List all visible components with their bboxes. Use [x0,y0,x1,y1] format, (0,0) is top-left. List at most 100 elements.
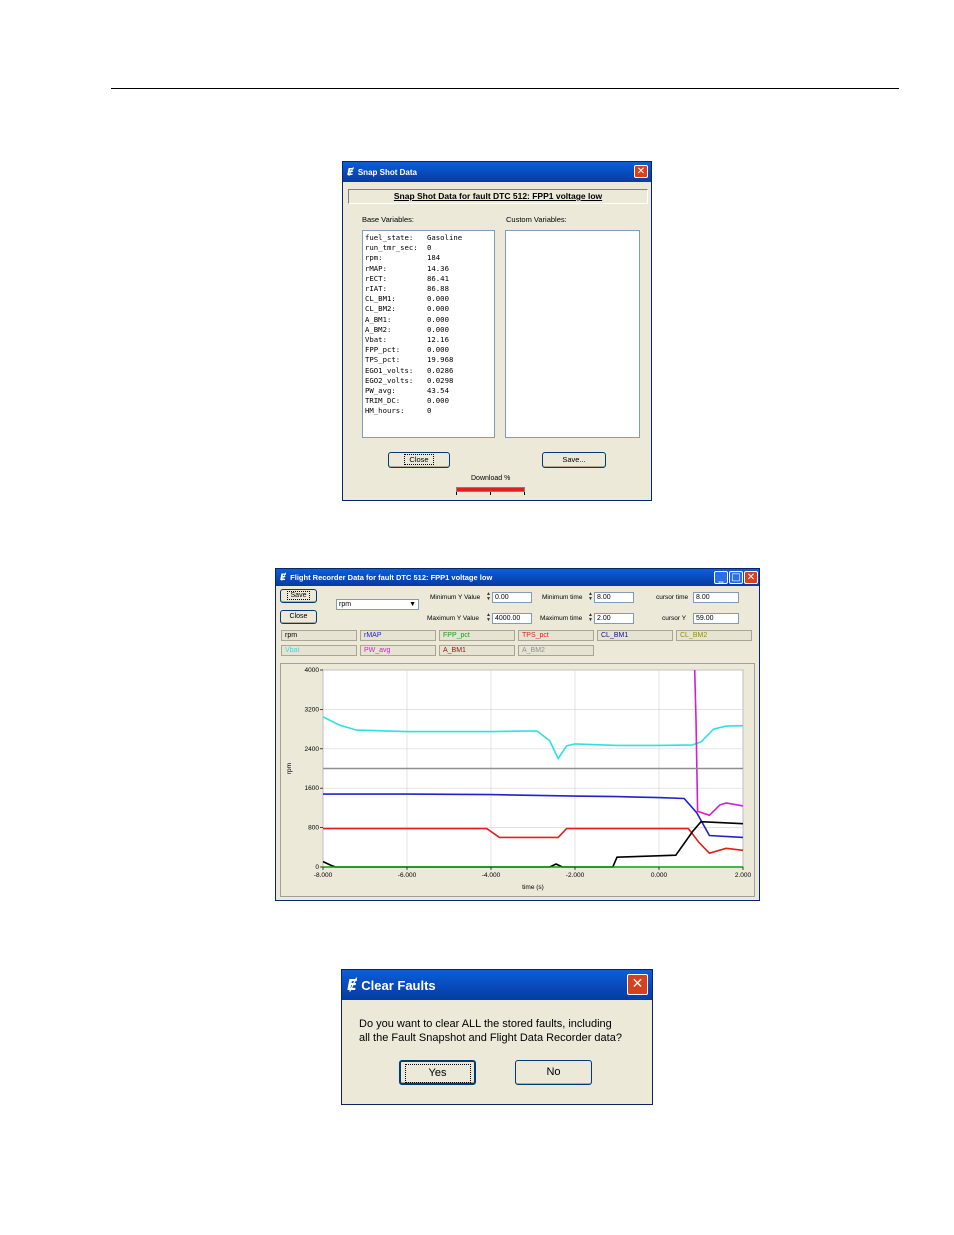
legend-item[interactable]: CL_BM1 [597,630,673,641]
custom-variables-list[interactable] [505,230,640,438]
min-y-label: Minimum Y Value [430,594,481,601]
snapshot-header-text: Snap Shot Data for fault DTC 512: FPP1 v… [393,191,603,201]
base-variables-list[interactable]: fuel_state: Gasoline run_tmr_sec: 0 rpm: 184 r… [362,230,495,438]
max-time-spinner[interactable]: ▲ ▼ [588,613,593,623]
variable-name: rMAP: [365,263,387,273]
clear-titlebar[interactable]: Ɇ Clear Faults ✕ [342,970,652,1000]
snapshot-window: Ɇ Snap Shot Data ✕ Snap Shot Data for fa… [342,161,652,501]
variable-value: 0 [427,243,432,253]
cursor-time-input[interactable]: 8.00 [693,592,739,603]
download-label: Download % [471,475,511,482]
legend-item[interactable]: PW_avg [360,645,436,656]
app-logo-icon: Ɇ [280,572,287,583]
window-title: Snap Shot Data [357,167,417,177]
flight-titlebar[interactable]: Ɇ Flight Recorder Data for fault DTC 512… [276,569,759,586]
snapshot-titlebar[interactable]: Ɇ Snap Shot Data ✕ [343,162,651,182]
base-variables-label: Base Variables: [362,215,414,224]
chevron-down-icon: ▼ [409,601,416,608]
close-icon[interactable]: ✕ [634,165,648,178]
variable-row: EGO1_volts: 0.0286 [365,366,494,376]
max-y-value: 4000.00 [495,615,521,622]
legend-item[interactable]: rMAP [360,630,436,641]
y-axis-label: rpm [286,763,293,774]
variable-row: HM_hours: 0 [365,406,494,416]
variable-value: 0.000 [427,294,449,304]
min-time-spinner[interactable]: ▲ ▼ [588,592,593,602]
clear-message-line1: Do you want to clear ALL the stored faul… [359,1018,612,1030]
variable-name: FPP_pct: [365,345,401,355]
legend-item[interactable]: rpm [281,630,357,641]
variable-name: rIAT: [365,284,387,294]
variable-name: fuel_state: [365,233,414,242]
legend-item[interactable]: A_BM1 [439,645,515,656]
variable-row: A_BM2: 0.000 [365,325,494,335]
variable-row: CL_BM2: 0.000 [365,304,494,314]
max-time-value: 2.00 [597,615,611,622]
flight-recorder-window: Ɇ Flight Recorder Data for fault DTC 512… [275,568,760,901]
close-icon[interactable]: ✕ [627,974,648,995]
minimize-icon[interactable]: _ [714,571,728,584]
variable-name: Vbat: [365,335,387,345]
maximize-icon[interactable]: □ [729,571,743,584]
x-tick-label: -6.000 [398,872,417,879]
close-button[interactable]: Close [388,452,450,468]
y-tick-label: 0 [315,864,319,871]
max-time-label: Maximum time [540,615,583,622]
max-time-input[interactable]: 2.00 [594,613,634,624]
variable-select[interactable]: rpm ▼ [336,599,419,610]
variable-value: 0.000 [427,314,449,324]
yes-button-label: Yes [404,1064,471,1083]
min-time-label: Minimum time [542,594,583,601]
save-button[interactable]: Save [280,589,317,603]
close-icon[interactable]: ✕ [744,571,758,584]
variable-name: EGO1_volts: [365,365,414,375]
close-button-label: Close [404,454,434,465]
chart-area: -8.000 -6.000 -4.000 -2.000 0.000 2.000 0 800 16… [280,663,755,897]
x-tick-label: 2.000 [735,872,752,879]
legend-item[interactable]: A_BM2 [518,645,594,656]
legend-item[interactable]: FPP_pct [439,630,515,641]
variable-value: 43.54 [427,386,449,396]
legend-item[interactable]: TPS_pct [518,630,594,641]
x-tick-label: -4.000 [482,872,501,879]
series-legend: rpm rMAP FPP_pct TPS_pct CL_BM1 CL_BM2 Vbat PW_… [281,630,756,660]
legend-item[interactable]: CL_BM2 [676,630,752,641]
legend-item[interactable]: Vbat [281,645,357,656]
max-y-spinner[interactable]: ▲ ▼ [486,613,491,623]
cursor-y-label: cursor Y [662,615,687,622]
variable-name: PW_avg: [365,386,396,396]
close-button[interactable]: Close [280,610,317,624]
min-y-value: 0.00 [495,594,509,601]
variable-name: rpm: [365,253,383,263]
variable-value: 0.000 [427,324,449,334]
yes-button[interactable]: Yes [399,1060,476,1085]
app-logo-icon: Ɇ [347,166,354,178]
flight-chart[interactable]: -8.000 -6.000 -4.000 -2.000 0.000 2.000 0 800 16… [281,664,756,898]
max-y-input[interactable]: 4000.00 [492,613,532,624]
save-button[interactable]: Save... [542,452,606,468]
min-y-input[interactable]: 0.00 [492,592,532,603]
min-time-input[interactable]: 8.00 [594,592,634,603]
variable-name: TPS_pct: [365,355,401,365]
no-button-label: No [546,1066,561,1078]
variable-row: Vbat: 12.16 [365,335,494,345]
y-tick-label: 800 [308,825,319,832]
cursor-y-input[interactable]: 59.00 [693,613,739,624]
clear-faults-dialog: Ɇ Clear Faults ✕ Do you want to clear AL… [341,969,653,1105]
save-button-label: Save [286,591,311,600]
y-tick-label: 3200 [305,706,320,713]
variable-name: A_BM2: [365,324,392,334]
variable-row: run_tmr_sec: 0 [365,243,494,253]
variable-value: 12.16 [427,335,449,345]
variable-name: run_tmr_sec: [365,243,418,253]
variable-row: rIAT: 86.88 [365,284,494,294]
download-ticks [456,492,525,495]
variable-row: TRIM_DC: 0.000 [365,396,494,406]
y-tick-label: 4000 [305,667,320,674]
variable-row: A_BM1: 0.000 [365,315,494,325]
variable-value: 86.41 [427,273,449,283]
min-y-spinner[interactable]: ▲ ▼ [486,592,491,602]
no-button[interactable]: No [515,1060,592,1085]
x-axis-label: time (s) [522,884,544,891]
close-button-label: Close [289,613,308,620]
